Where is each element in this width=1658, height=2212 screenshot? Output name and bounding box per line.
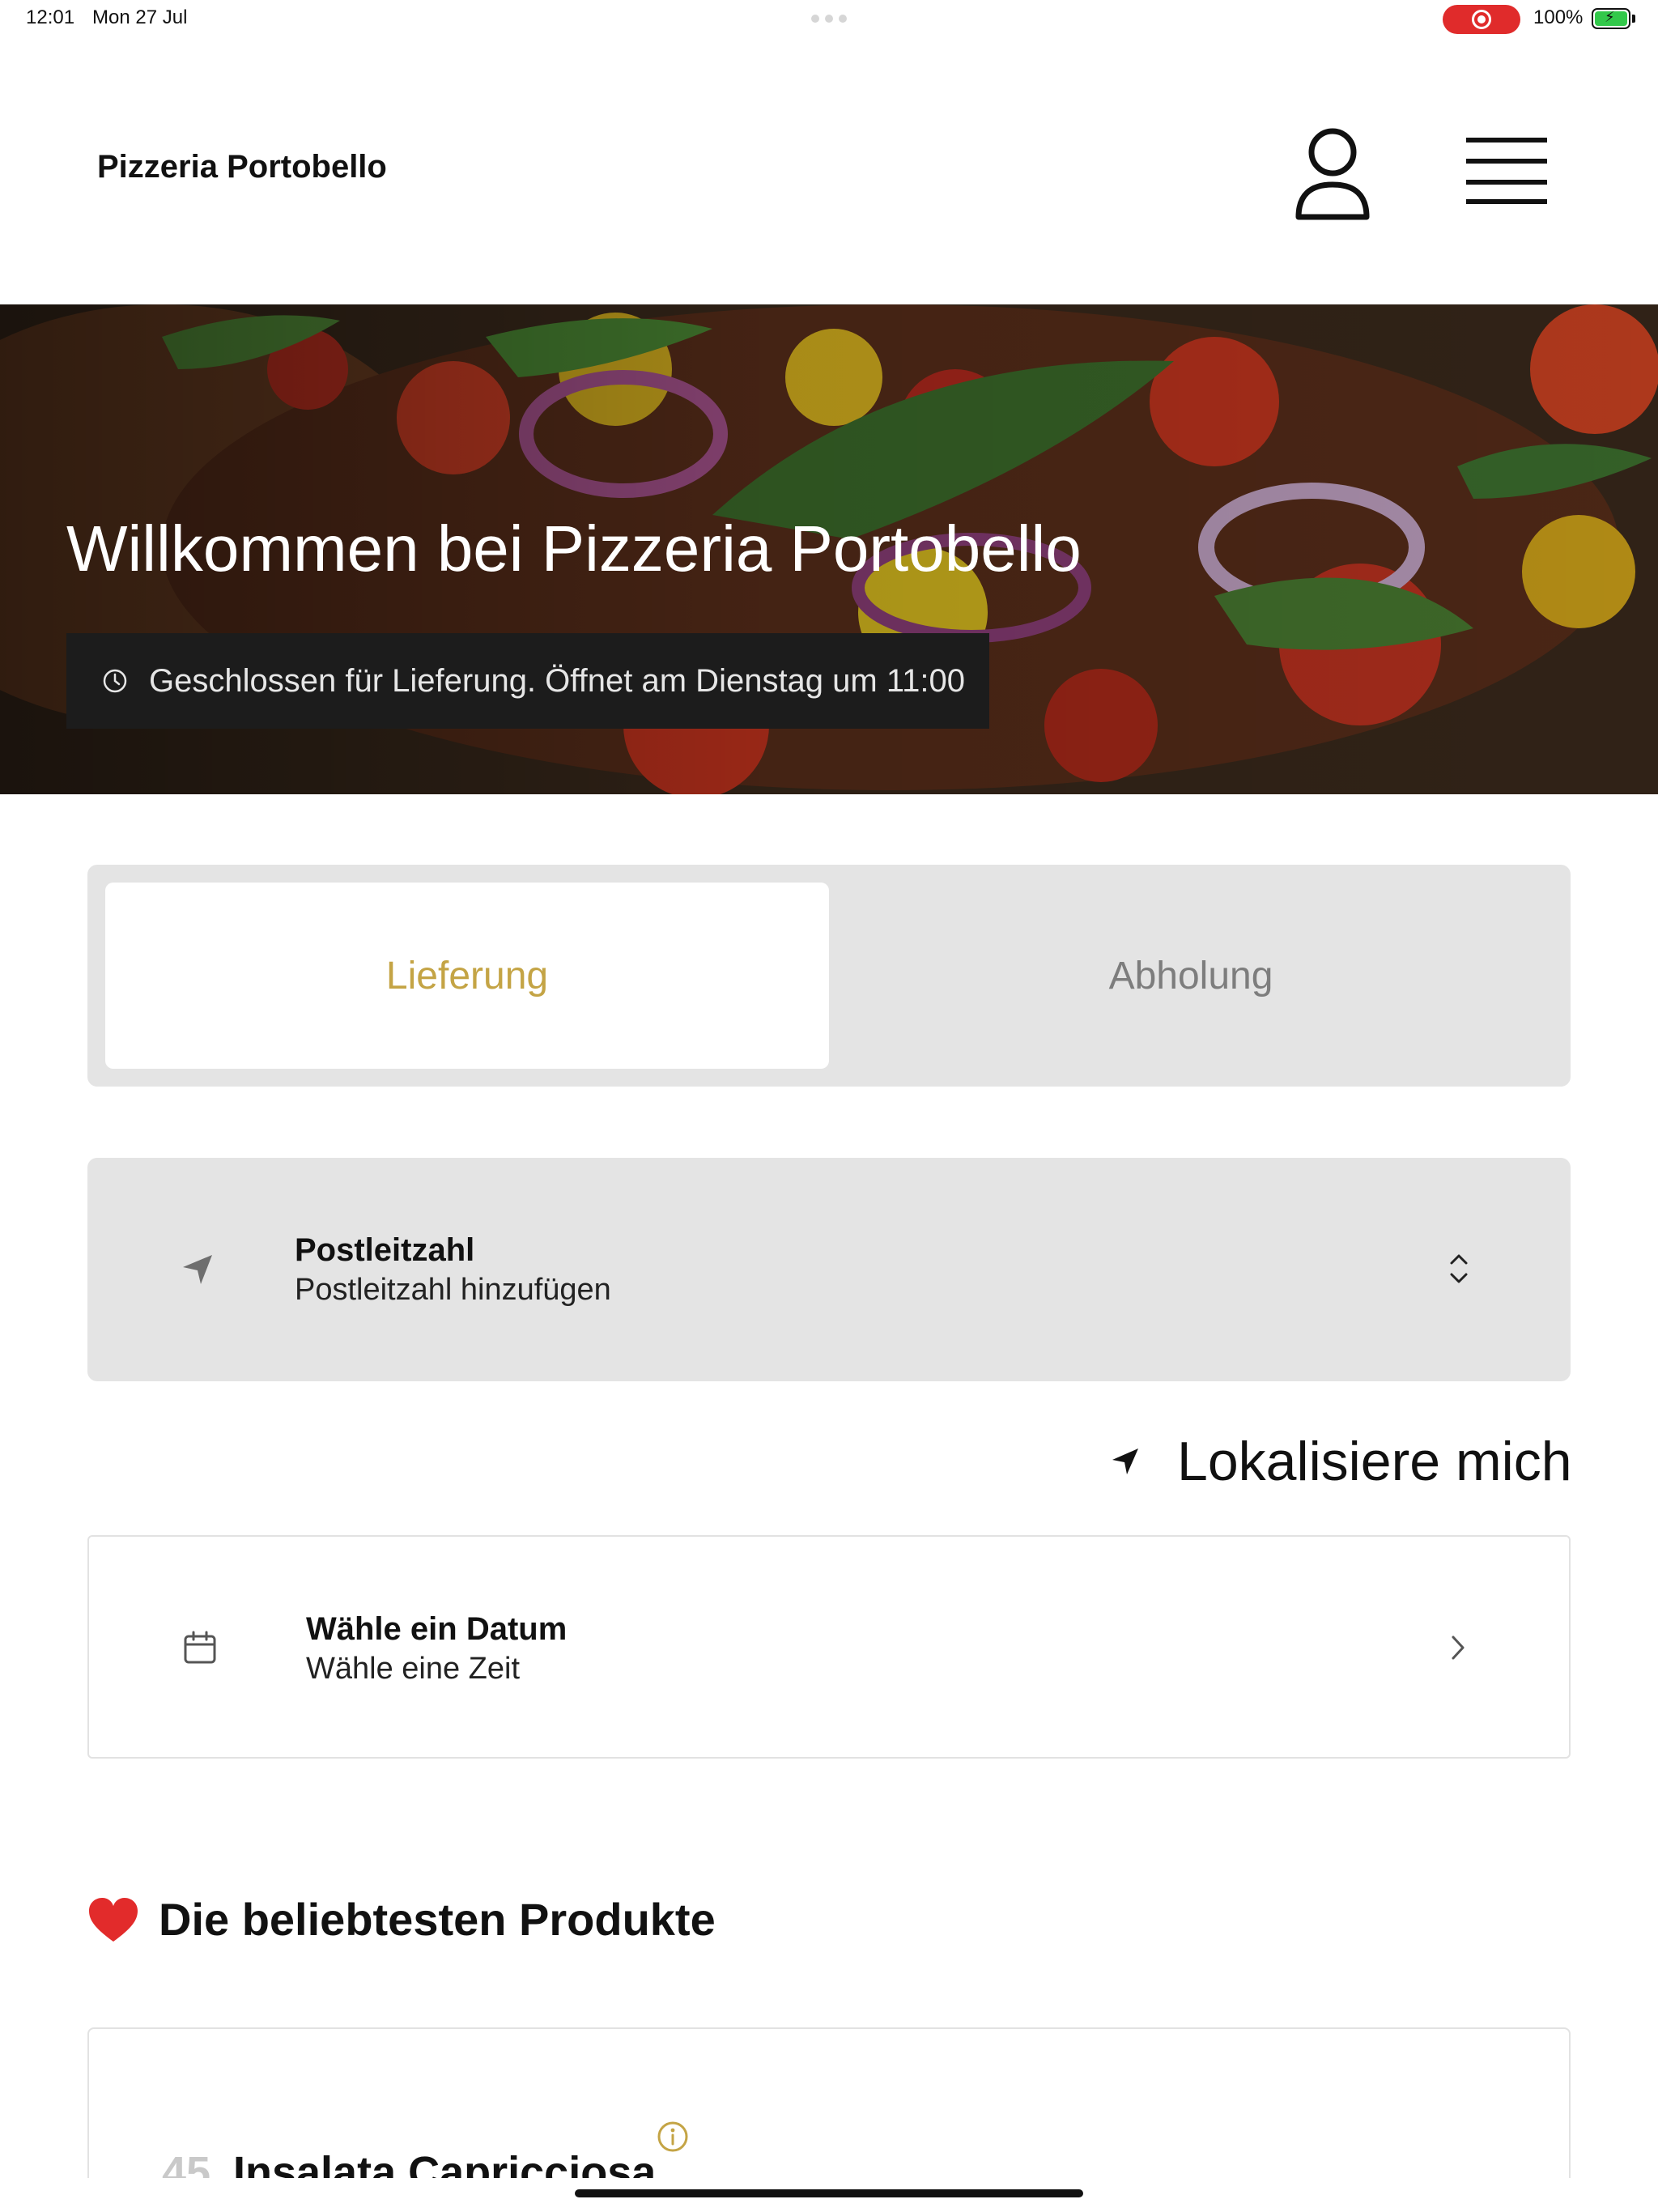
status-bar: 12:01 Mon 27 Jul 100% — [0, 0, 1658, 39]
clock-icon — [103, 669, 127, 693]
battery-percentage: 100% — [1533, 6, 1584, 28]
chevron-right-icon — [1452, 1636, 1465, 1660]
multitasking-dots[interactable] — [811, 15, 847, 23]
brand-name[interactable]: Pizzeria Portobello — [97, 149, 387, 185]
app-screen: 12:01 Mon 27 Jul 100% Pizzeria Portobell… — [0, 0, 1658, 2212]
menu-button[interactable] — [1464, 134, 1550, 207]
hero-banner: Willkommen bei Pizzeria Portobello Gesch… — [0, 304, 1658, 794]
locate-me-label: Lokalisiere mich — [1177, 1431, 1572, 1492]
postcode-placeholder: Postleitzahl hinzufügen — [295, 1273, 611, 1307]
welcome-title: Willkommen bei Pizzeria Portobello — [66, 513, 1082, 585]
status-date: Mon 27 Jul — [92, 6, 188, 28]
date-label: Wähle ein Datum — [306, 1611, 568, 1647]
screen-recording-icon[interactable] — [1443, 5, 1520, 34]
popular-products-title: Die beliebtesten Produkte — [159, 1894, 716, 1945]
tab-lieferung[interactable]: Lieferung — [105, 883, 829, 1069]
chevron-updown-icon — [1450, 1254, 1468, 1283]
heart-icon — [89, 1897, 138, 1942]
popular-products-heading: Die beliebtesten Produkte — [87, 1893, 716, 1946]
location-arrow-filled-icon — [1112, 1448, 1138, 1474]
postcode-label: Postleitzahl — [295, 1232, 475, 1268]
date-time-selector[interactable]: Wähle ein Datum Wähle eine Zeit — [87, 1535, 1571, 1759]
person-outline-icon — [1295, 128, 1370, 220]
status-time: 12:01 — [26, 6, 75, 28]
hamburger-menu-icon — [1466, 138, 1547, 204]
battery-nub — [1632, 15, 1635, 23]
top-header: Pizzeria Portobello — [0, 81, 1658, 264]
account-button[interactable] — [1292, 126, 1373, 223]
opening-status-text: Geschlossen für Lieferung. Öffnet am Die… — [149, 662, 965, 699]
home-indicator[interactable] — [575, 2189, 1083, 2197]
postcode-selector[interactable]: Postleitzahl Postleitzahl hinzufügen — [87, 1158, 1571, 1381]
opening-status-banner: Geschlossen für Lieferung. Öffnet am Die… — [66, 633, 989, 729]
calendar-icon — [184, 1631, 216, 1664]
locate-me-button[interactable]: Lokalisiere mich — [1109, 1425, 1572, 1498]
info-icon[interactable] — [656, 2120, 690, 2154]
tab-abholung[interactable]: Abholung — [829, 883, 1553, 1069]
delivery-mode-toggle: Lieferung Abholung — [87, 865, 1571, 1087]
location-arrow-icon — [183, 1255, 212, 1284]
time-label: Wähle eine Zeit — [306, 1652, 521, 1686]
battery-icon — [1592, 8, 1630, 29]
